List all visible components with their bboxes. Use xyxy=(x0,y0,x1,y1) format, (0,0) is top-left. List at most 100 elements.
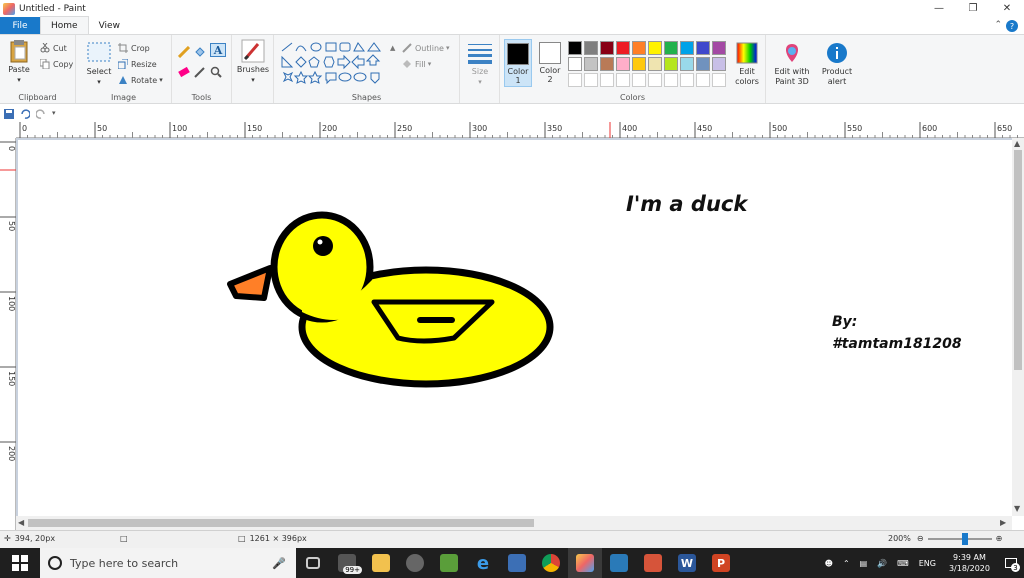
palette-swatch[interactable] xyxy=(648,57,662,71)
custom-color-slot[interactable] xyxy=(680,73,694,87)
custom-color-slot[interactable] xyxy=(648,73,662,87)
paint-app-icon[interactable] xyxy=(3,2,15,15)
palette-swatch[interactable] xyxy=(648,41,662,55)
save-app-icon[interactable] xyxy=(500,548,534,578)
network-icon[interactable]: ▤ xyxy=(860,559,868,568)
shapes-gallery[interactable] xyxy=(280,41,390,85)
zoom-in-icon[interactable]: ⊕ xyxy=(996,534,1003,543)
tab-file[interactable]: File xyxy=(0,17,40,34)
shapes-scroll-icon[interactable]: ▲ xyxy=(390,41,395,55)
custom-color-slot[interactable] xyxy=(616,73,630,87)
undo-icon[interactable] xyxy=(20,108,31,119)
app-icon-3[interactable] xyxy=(602,548,636,578)
rotate-button[interactable]: Rotate ▾ xyxy=(118,73,163,87)
edit-colors-button[interactable]: Edit colors xyxy=(732,41,762,87)
language-indicator[interactable]: ENG xyxy=(919,559,936,568)
pencil-icon[interactable] xyxy=(178,45,190,59)
color2-button[interactable]: Color 2 xyxy=(536,39,564,87)
microphone-icon[interactable]: 🎤 xyxy=(272,557,286,570)
color1-button[interactable]: Color 1 xyxy=(504,39,532,87)
custom-color-slot[interactable] xyxy=(584,73,598,87)
mail-app-icon[interactable]: 99+ xyxy=(330,548,364,578)
select-button[interactable]: Select ▾ xyxy=(84,41,114,87)
tab-view[interactable]: View xyxy=(89,17,130,34)
drawing-canvas[interactable]: I'm a duck By: #tamtam181208 xyxy=(18,140,1012,516)
custom-color-slot[interactable] xyxy=(712,73,726,87)
custom-color-slot[interactable] xyxy=(568,73,582,87)
tab-home[interactable]: Home xyxy=(40,16,89,34)
palette-swatch[interactable] xyxy=(600,41,614,55)
custom-color-slot[interactable] xyxy=(600,73,614,87)
fill-bucket-icon[interactable] xyxy=(194,45,206,59)
powerpoint-icon[interactable]: P xyxy=(704,548,738,578)
collapse-ribbon-icon[interactable]: ⌃ xyxy=(994,20,1002,30)
horizontal-scrollbar[interactable]: ◀ ▶ xyxy=(16,516,1012,530)
word-icon[interactable]: W xyxy=(670,548,704,578)
palette-swatch[interactable] xyxy=(616,57,630,71)
scroll-up-icon[interactable]: ▲ xyxy=(1014,139,1020,148)
palette-swatch[interactable] xyxy=(680,57,694,71)
restore-button[interactable]: ❐ xyxy=(956,0,990,17)
clock[interactable]: 9:39 AM 3/18/2020 xyxy=(949,552,990,574)
product-alert-button[interactable]: Product alert xyxy=(818,41,856,87)
close-button[interactable]: ✕ xyxy=(990,0,1024,17)
palette-swatch[interactable] xyxy=(568,41,582,55)
palette-swatch[interactable] xyxy=(616,41,630,55)
scroll-left-icon[interactable]: ◀ xyxy=(18,518,24,527)
eraser-icon[interactable] xyxy=(178,65,190,79)
app-icon-1[interactable] xyxy=(398,548,432,578)
resize-button[interactable]: Resize xyxy=(117,57,157,71)
vertical-scroll-thumb[interactable] xyxy=(1014,150,1022,370)
horizontal-scroll-thumb[interactable] xyxy=(28,519,534,527)
redo-icon[interactable] xyxy=(35,108,46,119)
paste-button[interactable]: Paste ▾ xyxy=(4,39,34,85)
tray-expand-icon[interactable]: ⌃ xyxy=(843,559,850,568)
custom-color-slot[interactable] xyxy=(696,73,710,87)
custom-color-slot[interactable] xyxy=(664,73,678,87)
save-icon[interactable] xyxy=(4,108,14,119)
size-button[interactable]: Size ▾ xyxy=(466,41,494,87)
palette-swatch[interactable] xyxy=(712,41,726,55)
app-icon-2[interactable] xyxy=(432,548,466,578)
chrome-icon[interactable] xyxy=(534,548,568,578)
outline-button[interactable]: Outline ▾ xyxy=(402,41,449,55)
color-picker-icon[interactable] xyxy=(194,65,206,79)
customize-qat-icon[interactable]: ▾ xyxy=(52,109,62,119)
app-icon-4[interactable] xyxy=(636,548,670,578)
palette-swatch[interactable] xyxy=(696,41,710,55)
palette-swatch[interactable] xyxy=(568,57,582,71)
palette-swatch[interactable] xyxy=(600,57,614,71)
palette-swatch[interactable] xyxy=(680,41,694,55)
zoom-slider[interactable] xyxy=(927,532,992,545)
custom-color-slot[interactable] xyxy=(632,73,646,87)
magnifier-icon[interactable] xyxy=(210,65,222,79)
edit-with-paint3d-button[interactable]: Edit with Paint 3D xyxy=(770,41,814,87)
palette-swatch[interactable] xyxy=(584,41,598,55)
cut-button[interactable]: Cut xyxy=(40,41,67,55)
start-button[interactable] xyxy=(0,548,40,578)
edge-icon[interactable]: e xyxy=(466,548,500,578)
zoom-slider-thumb[interactable] xyxy=(961,532,968,545)
palette-swatch[interactable] xyxy=(664,57,678,71)
palette-swatch[interactable] xyxy=(696,57,710,71)
help-icon[interactable]: ? xyxy=(1006,20,1018,32)
scroll-down-icon[interactable]: ▼ xyxy=(1014,504,1020,513)
palette-swatch[interactable] xyxy=(632,57,646,71)
task-view-icon[interactable] xyxy=(296,548,330,578)
keyboard-icon[interactable]: ⌨ xyxy=(897,559,909,568)
file-explorer-icon[interactable] xyxy=(364,548,398,578)
palette-swatch[interactable] xyxy=(664,41,678,55)
minimize-button[interactable]: — xyxy=(922,0,956,17)
canvas-workspace[interactable]: I'm a duck By: #tamtam181208 xyxy=(16,138,1012,516)
volume-icon[interactable]: 🔊 xyxy=(877,559,887,568)
copy-button[interactable]: Copy xyxy=(39,57,73,71)
taskbar-search[interactable]: Type here to search 🎤 xyxy=(40,548,296,578)
crop-button[interactable]: Crop xyxy=(118,41,150,55)
paint-taskbar-icon[interactable] xyxy=(568,548,602,578)
brushes-button[interactable]: Brushes ▾ xyxy=(236,39,270,85)
palette-swatch[interactable] xyxy=(632,41,646,55)
palette-swatch[interactable] xyxy=(584,57,598,71)
text-tool-icon[interactable]: A xyxy=(210,43,226,57)
zoom-out-icon[interactable]: ⊖ xyxy=(917,534,924,543)
people-icon[interactable]: ☻ xyxy=(825,559,833,568)
